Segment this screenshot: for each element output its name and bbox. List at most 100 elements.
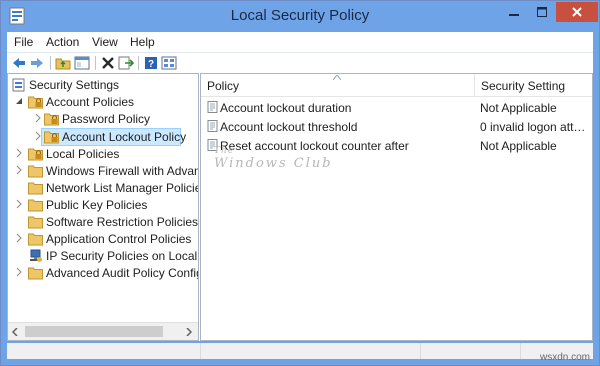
tree-item-advanced-audit[interactable]: Advanced Audit Policy Config <box>8 265 199 281</box>
folder-lock-icon <box>28 96 43 109</box>
network-computer-icon <box>30 249 42 262</box>
up-folder-button[interactable] <box>54 54 72 72</box>
folder-icon <box>28 182 43 195</box>
security-setting-value: 0 invalid logon atte... <box>480 120 590 134</box>
table-row[interactable]: Account lockout threshold 0 invalid logo… <box>201 117 592 136</box>
policy-name: Account lockout duration <box>220 101 352 115</box>
minimize-button[interactable] <box>500 2 528 22</box>
collapsed-arrow-icon <box>16 199 22 209</box>
collapsed-arrow-icon <box>16 165 22 175</box>
column-header-label: Security Setting <box>481 79 566 93</box>
tree-item-public-key-policies[interactable]: Public Key Policies <box>8 197 196 213</box>
column-header-security-setting[interactable]: Security Setting <box>475 74 592 97</box>
forward-button[interactable] <box>28 54 46 72</box>
title-bar[interactable]: Local Security Policy <box>1 1 599 31</box>
tree-item-label: Network List Manager Policies <box>46 181 199 195</box>
table-row[interactable]: Account lockout duration Not Applicable <box>201 98 592 117</box>
watermark: The Windows Club <box>214 146 333 171</box>
status-bar <box>7 343 593 359</box>
properties-icon <box>161 56 177 70</box>
console-tree-icon <box>74 56 90 70</box>
show-hide-tree-button[interactable] <box>73 54 91 72</box>
delete-x-icon <box>102 57 114 69</box>
scroll-left-icon[interactable] <box>12 328 18 336</box>
tree-item-label: Advanced Audit Policy Config <box>46 266 199 280</box>
tree-item-local-policies[interactable]: Local Policies <box>8 146 196 162</box>
tree-root[interactable]: Security Settings <box>10 77 195 93</box>
back-button[interactable] <box>10 54 28 72</box>
tree-item-label: Local Policies <box>46 147 120 161</box>
delete-button[interactable] <box>99 54 117 72</box>
properties-button[interactable] <box>160 54 178 72</box>
tree-item-label: Windows Firewall with Advanc <box>46 164 199 178</box>
sort-ascending-icon <box>333 75 341 80</box>
toolbar-separator <box>50 56 51 70</box>
scroll-right-icon[interactable] <box>186 328 192 336</box>
close-icon <box>572 7 582 17</box>
security-setting-value: Not Applicable <box>480 101 557 115</box>
up-folder-icon <box>55 58 71 70</box>
collapsed-arrow-icon <box>35 131 41 141</box>
close-button[interactable] <box>556 2 598 22</box>
forward-arrow-icon <box>31 58 43 68</box>
folder-lock-icon <box>28 148 43 161</box>
tree-root-label: Security Settings <box>29 78 120 92</box>
tree-item-label: Public Key Policies <box>46 198 148 212</box>
horizontal-scrollbar[interactable] <box>8 322 198 340</box>
status-cell <box>200 343 421 359</box>
menu-file[interactable]: File <box>14 35 33 49</box>
maximize-icon <box>537 7 547 17</box>
menu-action[interactable]: Action <box>46 35 79 49</box>
toolbar: ? <box>7 52 593 74</box>
policy-setting-icon <box>207 101 218 113</box>
expanded-arrow-icon <box>16 98 22 104</box>
collapsed-arrow-icon <box>16 233 22 243</box>
export-list-icon <box>118 56 134 70</box>
tree-item-label: Application Control Policies <box>46 232 192 246</box>
menu-help[interactable]: Help <box>130 35 155 49</box>
tree-item-network-list-manager[interactable]: Network List Manager Policies <box>8 180 199 196</box>
tree-item-label: Software Restriction Policies <box>46 215 199 229</box>
status-cell <box>420 343 521 359</box>
tree-item-label: Password Policy <box>62 112 151 126</box>
security-settings-icon <box>12 78 25 92</box>
column-header-label: Policy <box>207 79 240 93</box>
toolbar-separator <box>95 56 96 70</box>
policy-setting-icon <box>207 120 218 132</box>
security-setting-value: Not Applicable <box>480 139 557 153</box>
help-button[interactable]: ? <box>142 54 160 72</box>
tree-item-password-policy[interactable]: Password Policy <box>8 111 196 127</box>
tree-item-software-restriction[interactable]: Software Restriction Policies <box>8 214 199 230</box>
tree-item-label: Account Lockout Policy <box>62 130 187 144</box>
tree-item-windows-firewall[interactable]: Windows Firewall with Advanc <box>8 163 199 179</box>
tree-item-application-control[interactable]: Application Control Policies <box>8 231 196 247</box>
tree-item-ip-security[interactable]: IP Security Policies on Local C <box>8 248 198 264</box>
help-book-icon: ? <box>145 57 157 70</box>
collapsed-arrow-icon <box>35 113 41 123</box>
collapsed-arrow-icon <box>16 267 22 277</box>
export-list-button[interactable] <box>117 54 135 72</box>
console-content: Security Settings Account Policies Passw… <box>7 73 593 341</box>
watermark-line: Windows Club <box>214 156 333 171</box>
minimize-icon <box>509 14 519 16</box>
collapsed-arrow-icon <box>16 148 22 158</box>
console-tree-pane: Security Settings Account Policies Passw… <box>7 73 199 341</box>
policy-name: Account lockout threshold <box>220 120 358 134</box>
folder-icon <box>28 165 43 178</box>
svg-text:?: ? <box>148 59 154 70</box>
maximize-button[interactable] <box>528 2 556 22</box>
tree-item-account-policies[interactable]: Account Policies <box>8 94 196 110</box>
details-pane: Policy Security Setting Account lockout … <box>200 73 593 341</box>
menu-bar: File Action View Help <box>7 32 593 52</box>
app-window: Local Security Policy File Action View H… <box>0 0 600 366</box>
tree-item-account-lockout-policy[interactable]: Account Lockout Policy <box>8 129 196 145</box>
menu-view[interactable]: View <box>92 35 118 49</box>
toolbar-separator <box>138 56 139 70</box>
tree-item-label: Account Policies <box>46 95 135 109</box>
scrollbar-thumb[interactable] <box>25 326 163 337</box>
site-watermark: wsxdn.com <box>540 352 591 363</box>
folder-lock-icon <box>44 131 59 144</box>
folder-icon <box>28 267 43 280</box>
watermark-line: The <box>214 146 235 156</box>
column-header-policy[interactable]: Policy <box>201 74 475 97</box>
